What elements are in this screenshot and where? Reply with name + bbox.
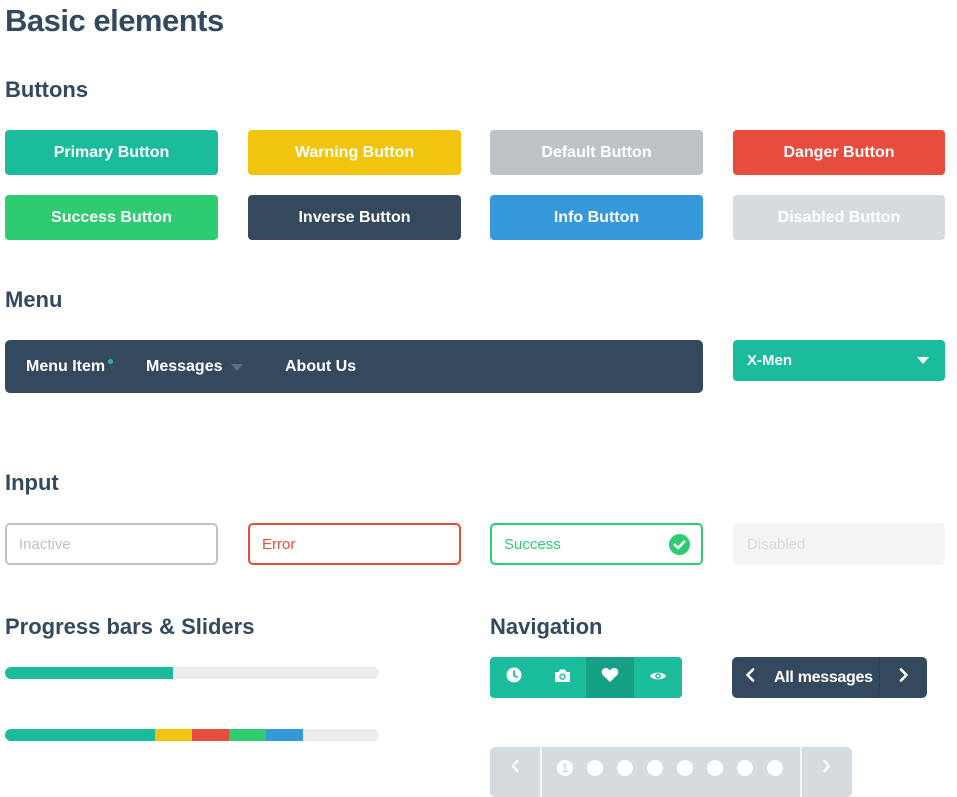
chevron-down-icon: [231, 364, 243, 371]
notification-dot-icon: [108, 359, 113, 364]
input-placeholder: Error: [262, 535, 296, 553]
input-placeholder: Success: [504, 535, 561, 553]
page-title: Basic elements: [5, 3, 224, 38]
messages-nav: All messages: [732, 657, 927, 698]
pagination-page[interactable]: [587, 760, 603, 776]
error-input[interactable]: Error: [248, 523, 461, 565]
pagination-page[interactable]: [677, 760, 693, 776]
section-title-progress: Progress bars & Sliders: [5, 614, 255, 639]
success-input[interactable]: Success: [490, 523, 703, 565]
progress-segment: [155, 729, 192, 741]
danger-button[interactable]: Danger Button: [733, 130, 945, 175]
inverse-button[interactable]: Inverse Button: [248, 195, 461, 240]
disabled-button: Disabled Button: [733, 195, 945, 240]
warning-button[interactable]: Warning Button: [248, 130, 461, 175]
pagination-page[interactable]: [707, 760, 723, 776]
primary-button[interactable]: Primary Button: [5, 130, 218, 175]
chevron-down-icon: [917, 357, 929, 364]
progress-segment: [229, 729, 266, 741]
clock-icon: [506, 667, 522, 688]
info-button[interactable]: Info Button: [490, 195, 703, 240]
chevron-right-icon: [822, 759, 832, 778]
check-circle-icon: [669, 534, 690, 559]
pagination-page[interactable]: [737, 760, 753, 776]
select-value: X-Men: [747, 352, 792, 369]
input-placeholder: Inactive: [19, 535, 71, 553]
input-placeholder: Disabled: [747, 535, 806, 553]
divider: [540, 747, 542, 797]
menu-bar: Menu Item Messages About Us: [5, 340, 703, 393]
inactive-input[interactable]: Inactive: [5, 523, 218, 565]
menu-item-label: About Us: [285, 357, 357, 375]
messages-prev-button[interactable]: [732, 657, 768, 698]
menu-item-label: Menu Item: [26, 357, 106, 375]
section-title-input: Input: [5, 470, 59, 495]
page-number: 1: [561, 761, 569, 775]
pagination-next-button[interactable]: [802, 747, 852, 789]
disabled-input: Disabled: [733, 523, 945, 565]
default-button[interactable]: Default Button: [490, 130, 703, 175]
progress-segment: [192, 729, 229, 741]
menu-item-messages[interactable]: Messages: [146, 340, 223, 393]
pagination: 1: [490, 747, 852, 797]
icon-tab-bar: [490, 657, 682, 698]
eye-icon: [649, 669, 667, 687]
messages-next-button[interactable]: [880, 657, 927, 698]
camera-icon: [554, 668, 571, 688]
progress-fill: [5, 667, 173, 679]
multi-progress-bar: [5, 729, 379, 741]
menu-item-label: Messages: [146, 357, 223, 375]
pagination-prev-button[interactable]: [490, 747, 540, 789]
tab-heart[interactable]: [586, 657, 634, 698]
xmen-select[interactable]: X-Men: [733, 340, 945, 381]
menu-item-about[interactable]: About Us: [285, 340, 356, 393]
chevron-left-icon: [745, 668, 755, 687]
menu-item-main[interactable]: Menu Item: [26, 340, 105, 393]
progress-segment: [266, 729, 303, 741]
section-title-navigation: Navigation: [490, 614, 603, 639]
chevron-right-icon: [899, 668, 909, 687]
all-messages-link[interactable]: All messages: [768, 657, 886, 698]
section-title-menu: Menu: [5, 287, 63, 312]
tab-eye[interactable]: [634, 657, 682, 698]
pagination-page-current[interactable]: 1: [557, 760, 573, 776]
pagination-page[interactable]: [767, 760, 783, 776]
progress-segment: [5, 729, 155, 741]
success-button[interactable]: Success Button: [5, 195, 218, 240]
chevron-left-icon: [510, 759, 520, 778]
section-title-buttons: Buttons: [5, 77, 89, 102]
pagination-page[interactable]: [647, 760, 663, 776]
pagination-page[interactable]: [617, 760, 633, 776]
tab-camera[interactable]: [538, 657, 586, 698]
heart-icon: [601, 667, 619, 688]
tab-clock[interactable]: [490, 657, 538, 698]
progress-bar: [5, 667, 379, 679]
